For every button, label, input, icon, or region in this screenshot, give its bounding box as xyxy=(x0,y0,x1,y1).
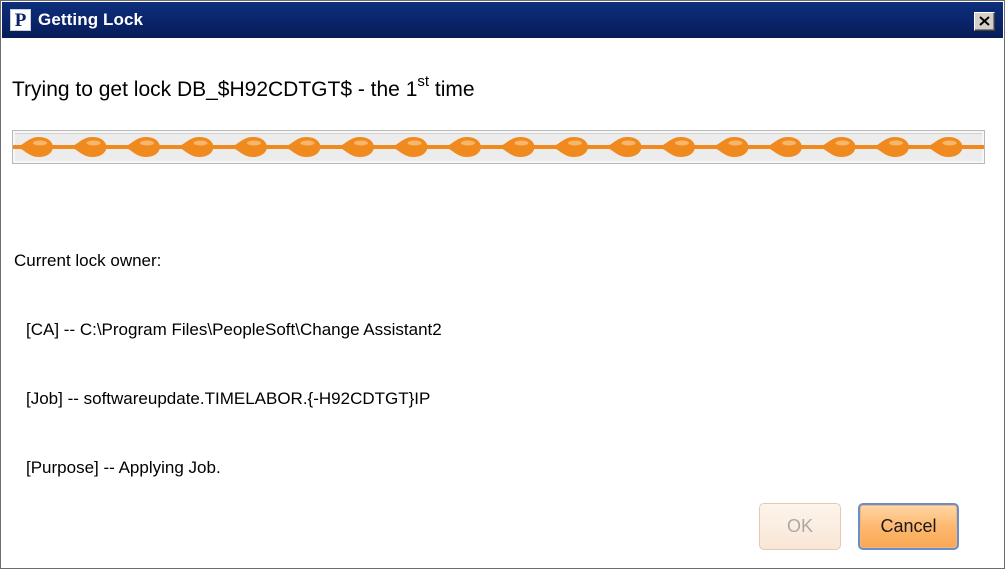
progress-bead xyxy=(712,137,749,157)
progress-bead xyxy=(659,137,695,157)
progress-bead xyxy=(70,137,107,157)
progress-bead-highlight xyxy=(33,140,47,146)
progress-bead xyxy=(231,137,267,157)
progress-bead-highlight xyxy=(728,140,743,146)
progress-bead-highlight xyxy=(354,140,368,146)
progress-bead-highlight xyxy=(889,140,903,146)
message-suffix: time xyxy=(429,78,475,101)
lock-owner-purpose-line: [Purpose] -- Applying Job. xyxy=(26,458,221,477)
progress-bead xyxy=(605,137,642,157)
progress-bead xyxy=(873,137,909,157)
progress-bead xyxy=(498,137,535,157)
progress-bead xyxy=(552,137,588,157)
close-button[interactable] xyxy=(974,12,995,31)
progress-bead-highlight xyxy=(621,140,636,146)
peoplesoft-app-icon: P xyxy=(10,9,31,31)
cancel-button[interactable]: Cancel xyxy=(858,503,959,550)
progress-bead-highlight xyxy=(942,140,957,146)
progress-bead xyxy=(177,137,214,157)
progress-bead xyxy=(391,137,428,157)
message-ordinal-suffix: st xyxy=(417,73,430,90)
progress-bead xyxy=(819,137,856,157)
progress-bead xyxy=(766,137,802,157)
progress-bead-highlight xyxy=(461,140,475,146)
progress-bead xyxy=(17,137,53,157)
progress-bead-highlight xyxy=(782,140,796,146)
close-icon xyxy=(979,16,990,26)
progress-bead-highlight xyxy=(835,140,850,146)
progress-bead-highlight xyxy=(675,140,689,146)
lock-owner-info: Current lock owner: [CA] -- C:\Program F… xyxy=(14,203,442,525)
title-bar[interactable]: P Getting Lock xyxy=(2,2,1003,38)
progress-bead xyxy=(445,137,481,157)
progress-bead-highlight xyxy=(568,140,582,146)
lock-attempt-message: Trying to get lock DB_$H92CDTGT$ - the 1… xyxy=(12,73,475,105)
getting-lock-dialog: P Getting Lock Trying to get lock DB_$H9… xyxy=(0,0,1005,569)
progress-bead-highlight xyxy=(407,140,422,146)
progress-bead-highlight xyxy=(140,140,154,146)
lock-owner-job-line: [Job] -- softwareupdate.TIMELABOR.{-H92C… xyxy=(26,389,431,408)
progress-bead-highlight xyxy=(86,140,101,146)
lock-owner-heading: Current lock owner: xyxy=(14,251,162,270)
progress-bead-highlight xyxy=(193,140,208,146)
progress-animation-graphic xyxy=(13,137,984,157)
message-prefix: Trying to get lock DB_$H92CDTGT$ - the 1 xyxy=(12,78,418,101)
progress-bead-highlight xyxy=(300,140,315,146)
indeterminate-progress-bar xyxy=(12,130,985,164)
progress-bead xyxy=(284,137,321,157)
progress-bead xyxy=(338,137,374,157)
window-title: Getting Lock xyxy=(38,10,144,29)
progress-bead xyxy=(980,145,984,149)
lock-owner-ca-line: [CA] -- C:\Program Files\PeopleSoft\Chan… xyxy=(26,320,442,339)
progress-bead xyxy=(926,137,963,157)
ok-button[interactable]: OK xyxy=(759,503,841,550)
progress-bead xyxy=(124,137,160,157)
progress-bead-highlight xyxy=(247,140,261,146)
progress-bead-highlight xyxy=(514,140,529,146)
